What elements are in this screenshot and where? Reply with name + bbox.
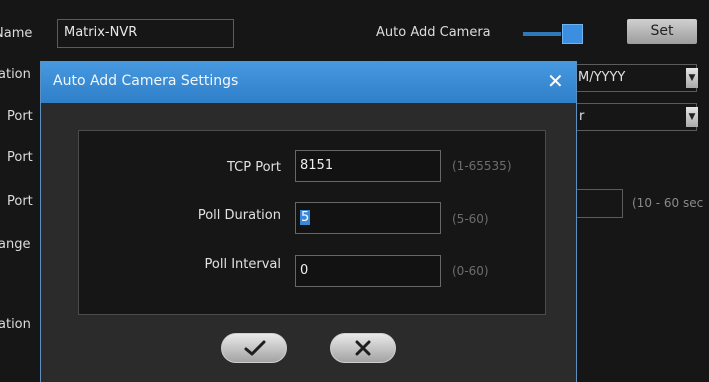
checkmark-icon <box>244 340 266 356</box>
bg-row-label-6: ation <box>0 317 31 332</box>
name-label: ​Name <box>0 26 33 41</box>
auto-add-camera-label: Auto Add Camera <box>376 25 491 40</box>
poll-duration-label: Poll Duration <box>197 208 281 223</box>
poll-duration-range: (5-60) <box>452 212 489 226</box>
bg-row-label-4: Port <box>7 194 33 209</box>
auto-add-camera-dialog: Auto Add Camera Settings ✕ TCP Port 8151… <box>40 61 577 382</box>
tcp-port-label: TCP Port <box>227 160 281 175</box>
option-select[interactable]: r ▼ <box>575 103 698 131</box>
bg-row-label-2: Port <box>7 109 33 124</box>
poll-duration-input[interactable]: 5 <box>295 202 441 234</box>
auto-add-toggle-track[interactable] <box>523 32 561 36</box>
settings-panel: TCP Port 8151 (1-65535) Poll Duration 5 … <box>78 130 546 315</box>
duration-input[interactable] <box>575 189 623 218</box>
close-icon[interactable]: ✕ <box>547 69 564 93</box>
ok-button[interactable] <box>221 333 287 363</box>
dialog-title: Auto Add Camera Settings <box>53 73 239 89</box>
chevron-down-icon[interactable]: ▼ <box>686 107 698 127</box>
duration-hint: (10 - 60 sec <box>632 196 704 210</box>
dialog-titlebar: Auto Add Camera Settings ✕ <box>41 61 576 103</box>
poll-duration-value: 5 <box>300 210 311 225</box>
cancel-x-icon <box>355 340 371 356</box>
set-button[interactable]: Set <box>627 19 697 44</box>
auto-add-toggle-knob[interactable] <box>562 24 583 44</box>
poll-interval-label: Poll Interval <box>204 257 281 272</box>
chevron-down-icon[interactable]: ▼ <box>686 68 698 88</box>
bg-row-label-5: ange <box>0 237 31 252</box>
tcp-port-input[interactable]: 8151 <box>295 150 441 182</box>
poll-interval-input[interactable]: 0 <box>295 255 441 287</box>
tcp-port-range: (1-65535) <box>452 159 512 173</box>
bg-row-label-3: Port <box>7 150 33 165</box>
date-format-select[interactable]: M/YYYY ▼ <box>575 64 698 92</box>
poll-interval-range: (0-60) <box>452 264 489 278</box>
name-input[interactable]: Matrix-NVR <box>57 19 234 48</box>
bg-row-label-1: ation <box>0 67 31 82</box>
cancel-button[interactable] <box>330 333 396 363</box>
